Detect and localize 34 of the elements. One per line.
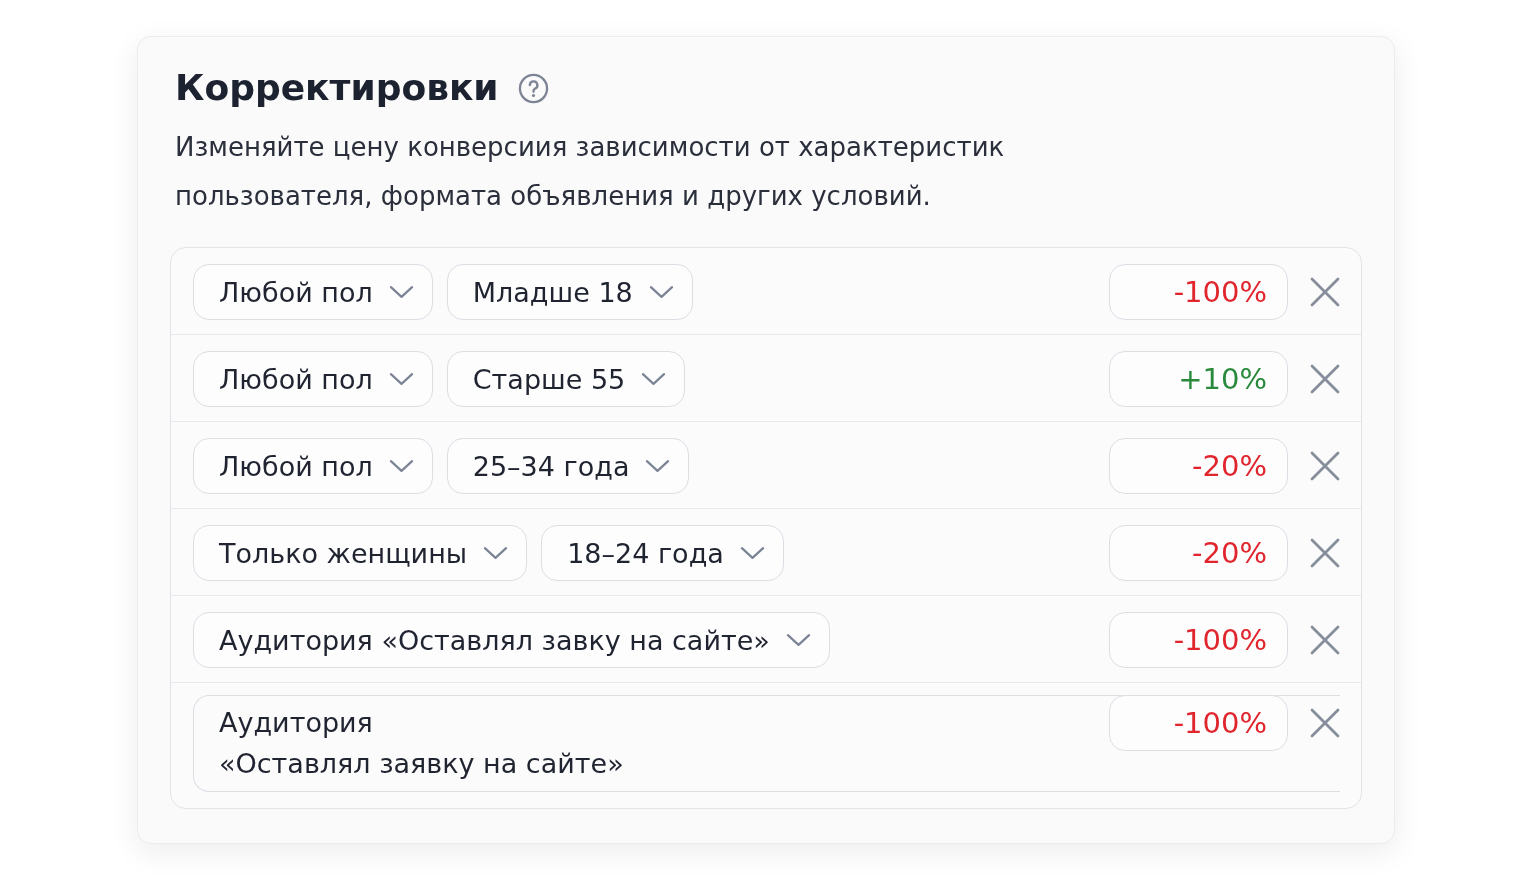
close-icon[interactable]	[1310, 708, 1340, 738]
condition-dropdown[interactable]: Любой пол	[193, 264, 433, 320]
chevron-down-icon	[388, 459, 414, 473]
close-icon[interactable]	[1310, 277, 1340, 307]
condition-dropdown[interactable]: 18–24 года	[541, 525, 784, 581]
condition-text: Аудитория «Оставлял заявку на сайте»	[219, 706, 625, 781]
chevron-down-icon	[388, 372, 414, 386]
condition-dropdown[interactable]: Любой пол	[193, 438, 433, 494]
percent-field[interactable]: -20%	[1109, 438, 1288, 494]
close-icon[interactable]	[1310, 625, 1340, 655]
condition-dropdown[interactable]: 25–34 года	[446, 438, 690, 494]
chevron-down-icon	[645, 459, 671, 473]
percent-field[interactable]: -100%	[1109, 264, 1288, 320]
condition-dropdown[interactable]: Любой пол	[193, 351, 433, 407]
help-icon[interactable]	[517, 72, 549, 104]
condition-dropdown[interactable]: Только женщины	[193, 525, 528, 581]
chevron-down-icon	[648, 285, 674, 299]
chevron-down-icon	[739, 546, 765, 560]
percent-field[interactable]: -100%	[1109, 612, 1288, 668]
chevron-down-icon	[785, 633, 811, 647]
close-icon[interactable]	[1310, 364, 1340, 394]
percent-field[interactable]: +10%	[1109, 351, 1288, 407]
chevron-down-icon	[641, 372, 667, 386]
percent-field[interactable]: -20%	[1109, 525, 1288, 581]
close-icon[interactable]	[1310, 451, 1340, 481]
condition-dropdown[interactable]: Младше 18	[446, 264, 693, 320]
percent-field[interactable]: -100%	[1109, 694, 1288, 751]
close-icon[interactable]	[1310, 538, 1340, 568]
condition-dropdown[interactable]: Аудитория «Оставлял завку на сайте»	[193, 612, 830, 668]
chevron-down-icon	[388, 285, 414, 299]
chevron-down-icon	[483, 546, 509, 560]
condition-dropdown[interactable]: Старше 55	[446, 351, 686, 407]
section-title: Корректировки	[175, 66, 499, 110]
section-description: Изменяйте цену конверсиия зависимости от характеристик пользователя, формата объявления и других условий.	[175, 131, 1006, 213]
